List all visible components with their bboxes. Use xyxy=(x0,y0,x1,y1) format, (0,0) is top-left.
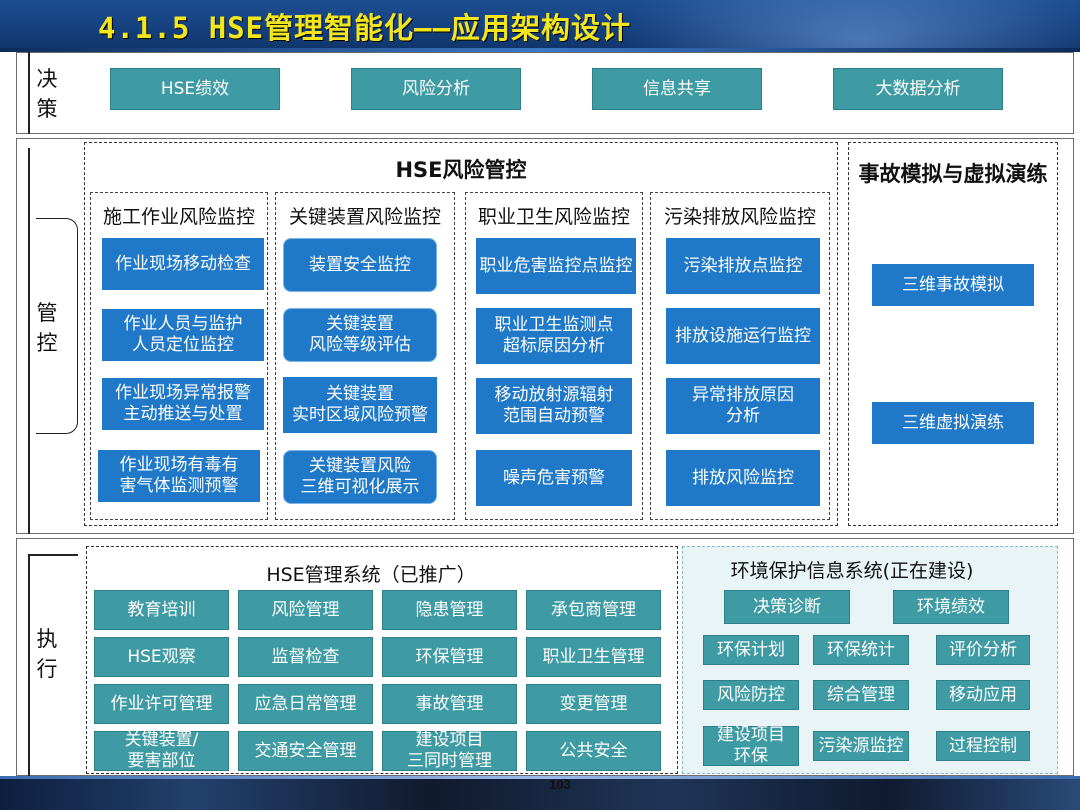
occupational-item-2: 职业卫生监测点 超标原因分析 xyxy=(476,308,632,364)
decision-label-char-2: 策 xyxy=(36,97,58,121)
key-device-item-1: 装置安全监控 xyxy=(283,238,437,292)
hse-item-traffic: 交通安全管理 xyxy=(238,731,373,771)
hse-item-change: 变更管理 xyxy=(526,684,661,724)
key-device-item-2: 关键装置 风险等级评估 xyxy=(283,308,437,362)
execution-label-char-2: 行 xyxy=(36,657,58,681)
occupational-item-1: 职业危害监控点监控 xyxy=(476,238,636,294)
key-device-item-4: 关键装置风险 三维可视化展示 xyxy=(283,450,437,504)
simulation-item-3d-accident: 三维事故模拟 xyxy=(872,264,1034,306)
group-construction-title: 施工作业风险监控 xyxy=(102,206,255,228)
group-key-device-title: 关键装置风险监控 xyxy=(288,206,441,228)
pollution-item-1: 污染排放点监控 xyxy=(666,238,820,294)
risk-control-title: HSE风险管控 xyxy=(395,158,527,182)
env-item-mobile: 移动应用 xyxy=(936,680,1030,710)
hse-item-construction: 建设项目 三同时管理 xyxy=(382,730,517,771)
env-item-decision: 决策诊断 xyxy=(724,590,850,624)
hse-item-key-device: 关键装置/ 要害部位 xyxy=(94,730,229,771)
pollution-item-2: 排放设施运行监控 xyxy=(666,308,820,364)
control-label: 管 控 xyxy=(32,298,62,358)
construction-item-3: 作业现场异常报警 主动推送与处置 xyxy=(102,378,264,430)
simulation-title: 事故模拟与虚拟演练 xyxy=(858,162,1048,186)
env-item-integrated: 综合管理 xyxy=(813,680,909,710)
hse-item-observation: HSE观察 xyxy=(94,637,229,677)
group-pollution-title: 污染排放风险监控 xyxy=(663,206,816,228)
page-title: 4.1.5 HSE管理智能化——应用架构设计 xyxy=(98,11,632,45)
control-label-char-2: 控 xyxy=(36,331,58,355)
execution-label-char-1: 执 xyxy=(36,627,58,651)
simulation-panel xyxy=(848,142,1058,526)
page-number: 103 xyxy=(549,777,571,792)
env-item-performance: 环境绩效 xyxy=(893,590,1009,624)
decision-item-hse-performance: HSE绩效 xyxy=(110,68,280,110)
hse-item-emergency: 应急日常管理 xyxy=(238,684,373,724)
pollution-item-3: 异常排放原因 分析 xyxy=(666,378,820,434)
decision-item-big-data: 大数据分析 xyxy=(833,68,1003,110)
env-item-risk-control: 风险防控 xyxy=(703,680,799,710)
hse-item-occupational: 职业卫生管理 xyxy=(526,637,661,677)
construction-item-4: 作业现场有毒有 害气体监测预警 xyxy=(98,450,260,502)
env-item-evaluation: 评价分析 xyxy=(936,635,1030,665)
simulation-item-3d-drill: 三维虚拟演练 xyxy=(872,402,1034,444)
execution-label: 执 行 xyxy=(32,624,62,684)
construction-item-1: 作业现场移动检查 xyxy=(102,238,264,290)
hse-system-title: HSE管理系统（已推广） xyxy=(266,564,476,586)
hse-item-env: 环保管理 xyxy=(382,637,517,677)
env-item-project: 建设项目 环保 xyxy=(703,725,799,766)
hse-item-supervision: 监督检查 xyxy=(238,637,373,677)
key-device-item-3: 关键装置 实时区域风险预警 xyxy=(283,377,437,433)
pollution-item-4: 排放风险监控 xyxy=(666,450,820,506)
occupational-item-4: 噪声危害预警 xyxy=(476,450,632,506)
hse-item-education: 教育培训 xyxy=(94,590,229,630)
occupational-item-3: 移动放射源辐射 范围自动预警 xyxy=(476,378,632,434)
control-label-char-1: 管 xyxy=(36,301,58,325)
decision-label-char-1: 决 xyxy=(36,67,58,91)
hse-item-hazard: 隐患管理 xyxy=(382,590,517,630)
hse-item-public: 公共安全 xyxy=(526,731,661,771)
decision-item-info-sharing: 信息共享 xyxy=(592,68,762,110)
hse-item-permit: 作业许可管理 xyxy=(94,684,229,724)
hse-item-risk: 风险管理 xyxy=(238,590,373,630)
env-system-title: 环境保护信息系统(正在建设) xyxy=(730,560,974,582)
env-item-pollution-source: 污染源监控 xyxy=(813,731,909,761)
decision-label: 决 策 xyxy=(32,64,62,124)
group-occupational-title: 职业卫生风险监控 xyxy=(477,206,630,228)
env-item-process: 过程控制 xyxy=(936,731,1030,761)
hse-item-contractor: 承包商管理 xyxy=(526,590,661,630)
hse-item-accident: 事故管理 xyxy=(382,684,517,724)
env-item-plan: 环保计划 xyxy=(703,635,799,665)
construction-item-2: 作业人员与监护 人员定位监控 xyxy=(102,309,264,361)
env-item-statistics: 环保统计 xyxy=(813,635,909,665)
decision-item-risk-analysis: 风险分析 xyxy=(351,68,521,110)
